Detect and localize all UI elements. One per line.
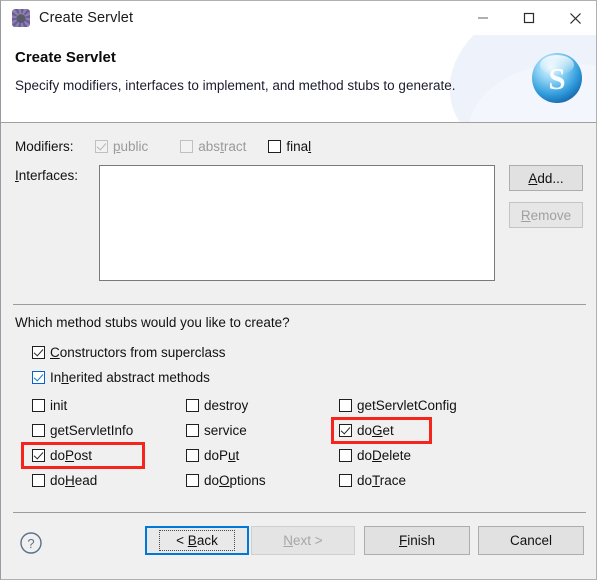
dialog-body: Modifiers: public abstract final Interfa… [1, 123, 596, 579]
checkbox-destroy-box[interactable] [186, 399, 199, 412]
checkbox-dotrace-label: doTrace [357, 473, 407, 488]
checkbox-inherited-abstract-methods-box[interactable] [32, 371, 45, 384]
checkbox-inherited-abstract-methods-label: Inherited abstract methods [50, 370, 210, 385]
dialog-footer: ? < Back Next > Finish Cancel [1, 513, 596, 579]
checkbox-getservletinfo-label: getServletInfo [50, 423, 134, 438]
interfaces-label: Interfaces: [15, 168, 79, 183]
checkbox-final[interactable]: final [268, 139, 311, 154]
checkbox-final-label: final [286, 139, 312, 154]
back-button[interactable]: < Back [145, 526, 249, 555]
checkbox-getservletconfig-label: getServletConfig [357, 398, 457, 413]
checkbox-doput[interactable]: doPut [186, 448, 239, 463]
logo-letter: S [548, 61, 565, 96]
window-controls [460, 1, 596, 35]
remove-interface-button: Remove [509, 202, 583, 228]
finish-button[interactable]: Finish [364, 526, 470, 555]
checkbox-public-box [95, 140, 108, 153]
checkbox-doget-label: doGet [357, 423, 394, 438]
checkbox-public: public [95, 139, 148, 154]
modifiers-row: Modifiers: public abstract final [15, 139, 311, 154]
checkbox-public-label: public [113, 139, 149, 154]
create-servlet-dialog: Create Servlet Create Servlet Specify mo… [0, 0, 597, 580]
checkbox-getservletinfo[interactable]: getServletInfo [32, 423, 133, 438]
checkbox-getservletconfig[interactable]: getServletConfig [339, 398, 457, 413]
checkbox-constructors-from-superclass[interactable]: Constructors from superclass [32, 345, 226, 360]
checkbox-init-box[interactable] [32, 399, 45, 412]
maximize-icon[interactable] [506, 1, 552, 35]
checkbox-dodelete-box[interactable] [339, 449, 352, 462]
title-bar: Create Servlet [1, 1, 596, 35]
wizard-header: Create Servlet Specify modifiers, interf… [1, 35, 596, 123]
checkbox-dohead[interactable]: doHead [32, 473, 97, 488]
checkbox-getservletconfig-box[interactable] [339, 399, 352, 412]
checkbox-dodelete[interactable]: doDelete [339, 448, 411, 463]
servlet-gear-icon [11, 8, 31, 28]
close-icon[interactable] [552, 1, 596, 35]
add-interface-button[interactable]: Add... [509, 165, 583, 191]
checkbox-constructors-from-superclass-label: Constructors from superclass [50, 345, 226, 360]
checkbox-dopost-box[interactable] [32, 449, 45, 462]
checkbox-dopost-label: doPost [50, 448, 93, 463]
checkbox-doget-box[interactable] [339, 424, 352, 437]
checkbox-final-box[interactable] [268, 140, 282, 153]
remove-button-label: Remove [520, 207, 572, 223]
checkbox-dooptions-label: doOptions [204, 473, 266, 488]
checkbox-dohead-box[interactable] [32, 474, 45, 487]
checkbox-destroy[interactable]: destroy [186, 398, 248, 413]
checkbox-abstract-label: abstract [198, 139, 247, 154]
checkbox-init-label: init [50, 398, 68, 413]
page-title: Create Servlet [15, 49, 116, 66]
checkbox-abstract: abstract [180, 139, 246, 154]
checkbox-dooptions[interactable]: doOptions [186, 473, 266, 488]
checkbox-dotrace-box[interactable] [339, 474, 352, 487]
checkbox-doput-label: doPut [204, 448, 240, 463]
checkbox-destroy-label: destroy [204, 398, 249, 413]
checkbox-service[interactable]: service [186, 423, 247, 438]
cancel-button-label: Cancel [509, 533, 553, 548]
checkbox-doget[interactable]: doGet [339, 423, 394, 438]
next-button: Next > [251, 526, 355, 555]
next-button-label: Next > [283, 533, 323, 548]
svg-text:?: ? [27, 536, 34, 551]
add-button-label: Add... [528, 170, 564, 186]
skype-s-sphere-logo: S [532, 53, 582, 103]
interfaces-list[interactable] [99, 165, 495, 281]
checkbox-dohead-label: doHead [50, 473, 98, 488]
cancel-button[interactable]: Cancel [478, 526, 584, 555]
checkbox-dodelete-label: doDelete [357, 448, 412, 463]
checkbox-init[interactable]: init [32, 398, 67, 413]
checkbox-service-label: service [204, 423, 247, 438]
minimize-icon[interactable] [460, 1, 506, 35]
checkbox-getservletinfo-box[interactable] [32, 424, 45, 437]
checkbox-service-box[interactable] [186, 424, 199, 437]
checkbox-dooptions-box[interactable] [186, 474, 199, 487]
checkbox-dotrace[interactable]: doTrace [339, 473, 406, 488]
checkbox-abstract-box [180, 140, 194, 153]
checkbox-doput-box[interactable] [186, 449, 199, 462]
checkbox-constructors-from-superclass-box[interactable] [32, 346, 45, 359]
page-description: Specify modifiers, interfaces to impleme… [15, 78, 456, 93]
modifiers-label: Modifiers: [15, 139, 74, 154]
help-question-icon[interactable]: ? [19, 531, 43, 555]
checkbox-inherited-abstract-methods[interactable]: Inherited abstract methods [32, 370, 210, 385]
method-stubs-question: Which method stubs would you like to cre… [15, 315, 290, 330]
section-divider [13, 304, 586, 305]
back-button-label: < Back [159, 530, 235, 551]
finish-button-label: Finish [398, 533, 435, 548]
window-title: Create Servlet [39, 10, 134, 26]
checkbox-dopost[interactable]: doPost [32, 448, 92, 463]
